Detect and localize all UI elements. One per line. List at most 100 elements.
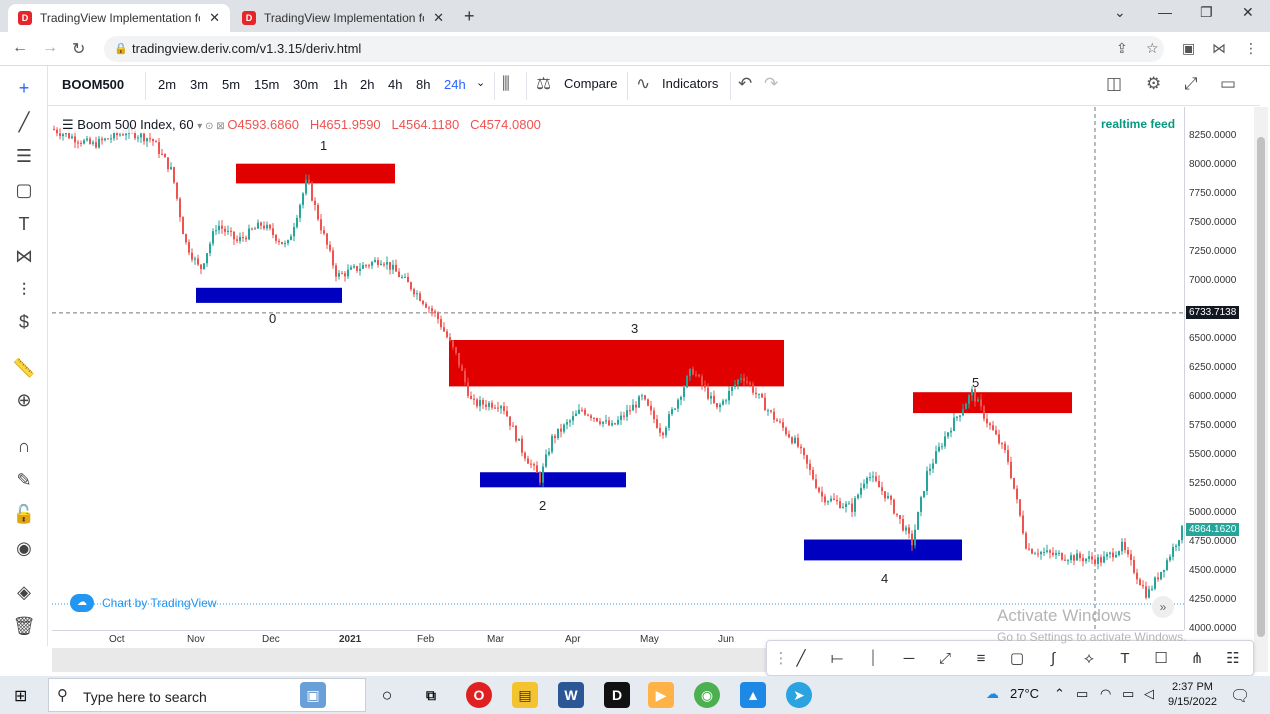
- trend-line-icon[interactable]: ╱: [12, 110, 36, 134]
- photos-icon[interactable]: ▲: [740, 682, 766, 708]
- chart-type-candles-icon[interactable]: ⫼: [502, 74, 510, 94]
- draw-fib-icon[interactable]: ☷: [1221, 647, 1245, 671]
- screenshot-camera-icon[interactable]: ◫: [1106, 74, 1122, 94]
- compare-button[interactable]: Compare: [564, 76, 617, 91]
- share-icon[interactable]: ⇪: [1116, 40, 1128, 57]
- redo-icon[interactable]: ↷: [764, 74, 778, 94]
- interval-2h[interactable]: 2h: [360, 77, 374, 92]
- stay-in-drawing-mode-icon[interactable]: ✎: [12, 468, 36, 492]
- tradingview-watermark[interactable]: ☁ Chart by TradingView: [70, 594, 217, 612]
- compare-icon[interactable]: ⚖: [536, 74, 551, 94]
- opera-icon[interactable]: O: [466, 682, 492, 708]
- fib-levels-icon[interactable]: ☰: [12, 144, 36, 168]
- address-bar[interactable]: tradingview.deriv.com/v1.3.15/deriv.html: [104, 36, 1164, 62]
- back-icon[interactable]: ←: [12, 39, 28, 57]
- page-scrollbar[interactable]: [1254, 107, 1268, 672]
- tray-chevron-icon[interactable]: ⌃: [1054, 686, 1065, 702]
- windows-start-icon[interactable]: ⊞: [14, 686, 27, 706]
- wifi-icon[interactable]: ◠: [1100, 686, 1111, 702]
- rectangle-icon[interactable]: ▢: [12, 178, 36, 202]
- draw-vertical-line-icon[interactable]: ⏐: [861, 647, 885, 671]
- draw-curve-icon[interactable]: ∫: [1041, 647, 1065, 671]
- zoom-in-icon[interactable]: ⊕: [12, 388, 36, 412]
- interval-30m[interactable]: 30m: [293, 77, 318, 92]
- undo-icon[interactable]: ↶: [738, 74, 752, 94]
- symbol-search[interactable]: BOOM500: [62, 77, 124, 92]
- task-view-icon[interactable]: ⧉: [418, 682, 444, 708]
- object-tree-icon[interactable]: ◈: [12, 580, 36, 604]
- interval-dropdown-icon[interactable]: ⌄: [476, 76, 485, 89]
- new-tab-button[interactable]: +: [464, 6, 475, 27]
- browser-tab-2[interactable]: D TradingView Implementation for ✕: [232, 4, 454, 32]
- draw-horizontal-ray-icon[interactable]: ⟝: [825, 647, 849, 671]
- extension-icon[interactable]: ⋈: [1212, 40, 1226, 57]
- indicators-button[interactable]: Indicators: [662, 76, 718, 91]
- media-player-icon[interactable]: ▶: [648, 682, 674, 708]
- close-tab-icon[interactable]: ✕: [209, 10, 220, 26]
- ruler-icon[interactable]: 📏: [12, 356, 36, 380]
- close-window-icon[interactable]: ✕: [1242, 4, 1254, 21]
- reload-icon[interactable]: ↻: [72, 39, 85, 59]
- interval-4h[interactable]: 4h: [388, 77, 402, 92]
- volume-icon[interactable]: ◁: [1144, 686, 1154, 702]
- tab-search-icon[interactable]: ⌄: [1114, 4, 1126, 21]
- forward-icon[interactable]: →: [42, 39, 58, 57]
- chrome-icon[interactable]: ◉: [694, 682, 720, 708]
- telegram-icon[interactable]: ➤: [786, 682, 812, 708]
- hide-drawings-eye-icon[interactable]: ◉: [12, 536, 36, 560]
- sidebar-icon[interactable]: ▣: [1182, 40, 1195, 57]
- legend-menu-icon[interactable]: ☰: [62, 117, 77, 132]
- price-axis[interactable]: 8250.0000 8000.0000 7750.0000 7500.0000 7250…: [1184, 107, 1254, 634]
- chart-pane[interactable]: [52, 107, 1184, 630]
- interval-24h[interactable]: 24h: [444, 77, 466, 92]
- settings-gear-icon[interactable]: ⚙: [1146, 74, 1161, 94]
- lock-icon[interactable]: 🔒: [114, 42, 128, 55]
- indicators-icon[interactable]: ∿: [636, 74, 650, 94]
- scroll-to-realtime-icon[interactable]: »: [1152, 596, 1174, 618]
- draw-trend-line-icon[interactable]: ╱: [789, 647, 813, 671]
- text-tool-icon[interactable]: T: [12, 212, 36, 236]
- forecast-icon[interactable]: ⫶: [12, 278, 36, 302]
- file-explorer-icon[interactable]: ▤: [512, 682, 538, 708]
- interval-2m[interactable]: 2m: [158, 77, 176, 92]
- draw-callout-icon[interactable]: ☐: [1149, 647, 1173, 671]
- remove-drawings-trash-icon[interactable]: 🗑: [12, 614, 36, 638]
- network-icon[interactable]: ▭: [1076, 686, 1088, 702]
- battery-icon[interactable]: ▭: [1122, 686, 1134, 702]
- browser-tab-1[interactable]: D TradingView Implementation for ✕: [8, 4, 230, 32]
- fullscreen-icon[interactable]: ⤢: [1184, 74, 1198, 94]
- taskbar-widget-icon[interactable]: ▣: [300, 682, 326, 708]
- notifications-icon[interactable]: 🗨: [1230, 686, 1250, 706]
- draw-parallel-channel-icon[interactable]: ≡: [969, 647, 993, 671]
- pattern-icon[interactable]: ⋈: [12, 244, 36, 268]
- interval-1h[interactable]: 1h: [333, 77, 347, 92]
- interval-8h[interactable]: 8h: [416, 77, 430, 92]
- save-layout-icon[interactable]: ▭: [1220, 74, 1236, 94]
- cortana-icon[interactable]: ○: [374, 682, 400, 708]
- interval-15m[interactable]: 15m: [254, 77, 279, 92]
- taskbar-clock[interactable]: 2:37 PM 9/15/2022: [1168, 680, 1217, 710]
- draw-text-icon[interactable]: T: [1113, 647, 1137, 671]
- minimize-icon[interactable]: —: [1158, 4, 1172, 20]
- scrollbar-thumb[interactable]: [1257, 137, 1265, 637]
- dollar-icon[interactable]: $: [12, 310, 36, 334]
- draw-path-icon[interactable]: ⟡: [1077, 647, 1101, 671]
- legend-title[interactable]: Boom 500 Index, 60: [77, 117, 193, 132]
- draw-rectangle-icon[interactable]: ▢: [1005, 647, 1029, 671]
- interval-3m[interactable]: 3m: [190, 77, 208, 92]
- deriv-app-icon[interactable]: D: [604, 682, 630, 708]
- draw-pitchfork-icon[interactable]: ⋔: [1185, 647, 1209, 671]
- legend-dropdown-icon[interactable]: ▾ ⊙ ⊠: [197, 121, 227, 132]
- draw-horizontal-line-icon[interactable]: ─: [897, 647, 921, 671]
- close-tab-icon[interactable]: ✕: [433, 10, 444, 26]
- weather-icon[interactable]: ☁: [986, 686, 999, 702]
- menu-icon[interactable]: ⋮: [1244, 40, 1258, 57]
- magnet-icon[interactable]: ∩: [12, 434, 36, 458]
- restore-icon[interactable]: ❐: [1200, 4, 1213, 21]
- crosshair-icon[interactable]: +: [12, 76, 36, 100]
- draw-ray-icon[interactable]: ⤢: [933, 647, 957, 671]
- temperature[interactable]: 27°C: [1010, 686, 1039, 701]
- bookmark-star-icon[interactable]: ☆: [1146, 40, 1159, 57]
- interval-5m[interactable]: 5m: [222, 77, 240, 92]
- lock-drawings-icon[interactable]: 🔓: [12, 502, 36, 526]
